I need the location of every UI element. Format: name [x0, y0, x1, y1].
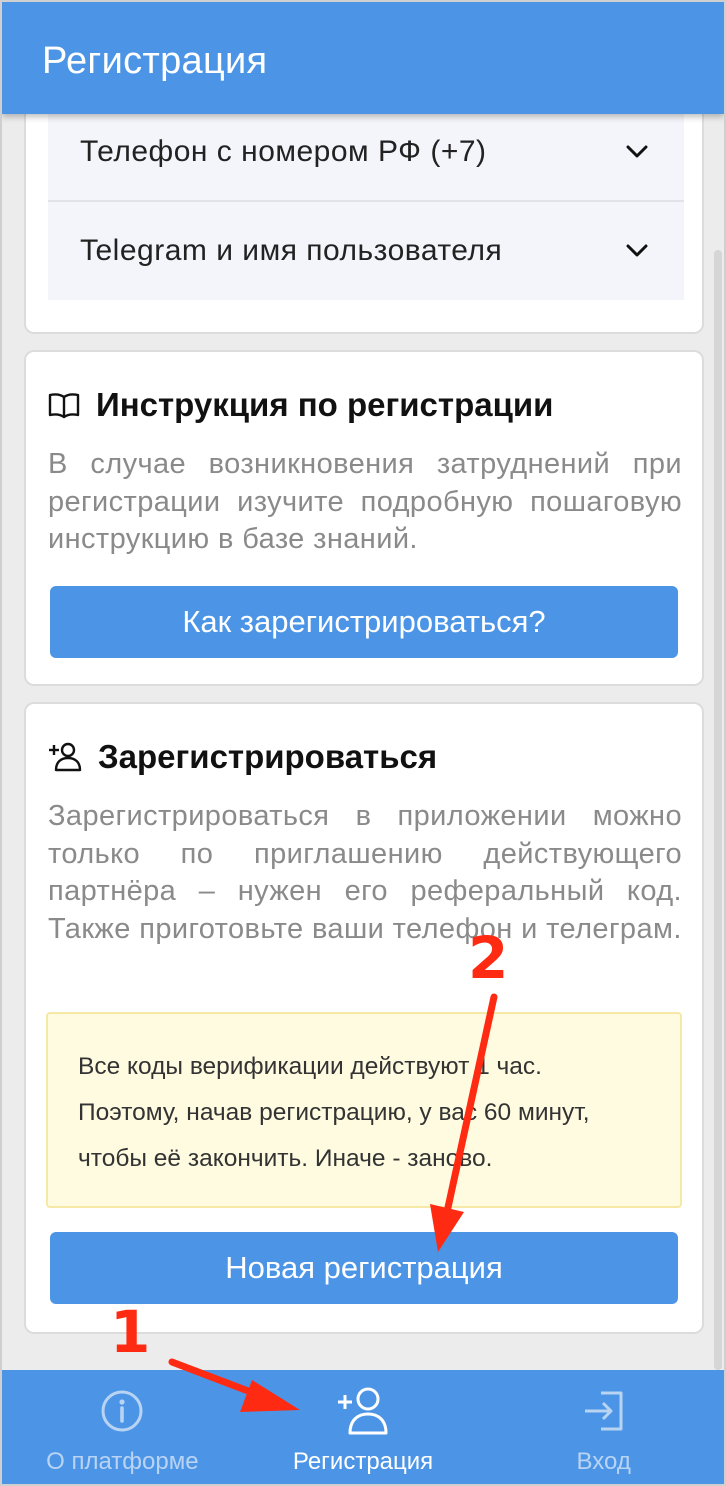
- instructions-title: Инструкция по регистрации: [96, 386, 554, 423]
- accordion: Телефон с номером РФ (+7) Telegram и имя…: [48, 104, 684, 300]
- scrollbar[interactable]: [714, 250, 722, 1370]
- accordion-item-phone[interactable]: Телефон с номером РФ (+7): [48, 104, 684, 202]
- tab-about[interactable]: О платформе: [2, 1370, 243, 1484]
- chevron-down-icon: [626, 145, 648, 158]
- register-heading: Зарегистрироваться: [48, 738, 437, 776]
- tab-registration[interactable]: Регистрация: [243, 1370, 484, 1484]
- app-header: Регистрация: [2, 2, 724, 114]
- register-text: Зарегистрироваться в приложении можно то…: [48, 800, 682, 945]
- accordion-item-label: Телефон с номером РФ (+7): [80, 135, 487, 168]
- instructions-heading: Инструкция по регистрации: [48, 386, 553, 424]
- page-title: Регистрация: [42, 40, 268, 82]
- login-icon: [584, 1391, 623, 1431]
- tab-registration-label: Регистрация: [292, 1448, 434, 1475]
- how-to-register-button[interactable]: Как зарегистрироваться?: [50, 586, 678, 658]
- verification-notice: Все коды верификации действуют 1 час. По…: [46, 1012, 682, 1208]
- tab-login[interactable]: Вход: [483, 1370, 724, 1484]
- add-user-icon: [338, 1387, 388, 1435]
- annotation-step-1: 1: [110, 1298, 151, 1366]
- accordion-item-telegram[interactable]: Telegram и имя пользователя: [48, 202, 684, 300]
- contact-requirements-card: Телефон с номером РФ (+7) Telegram и имя…: [24, 92, 704, 334]
- bottom-tab-bar: О платформе Регистрация Вход: [2, 1370, 724, 1484]
- app-frame: Регистрация Телефон с номером РФ (+7) Te…: [0, 0, 726, 1486]
- info-icon: [101, 1390, 143, 1432]
- chevron-down-icon: [626, 244, 648, 257]
- book-icon: [48, 393, 80, 419]
- instructions-text: В случае возникновения затруднений при р…: [48, 448, 682, 555]
- register-title: Зарегистрироваться: [98, 738, 438, 775]
- accordion-item-label: Telegram и имя пользователя: [80, 234, 503, 267]
- add-user-icon: [49, 742, 82, 772]
- tab-about-label: О платформе: [46, 1448, 199, 1475]
- register-card: Зарегистрироваться Зарегистрироваться в …: [24, 702, 704, 1334]
- instructions-card: Инструкция по регистрации В случае возни…: [24, 350, 704, 686]
- tab-login-label: Вход: [576, 1448, 631, 1475]
- new-registration-button[interactable]: Новая регистрация: [50, 1232, 678, 1304]
- annotation-step-2: 2: [468, 924, 509, 992]
